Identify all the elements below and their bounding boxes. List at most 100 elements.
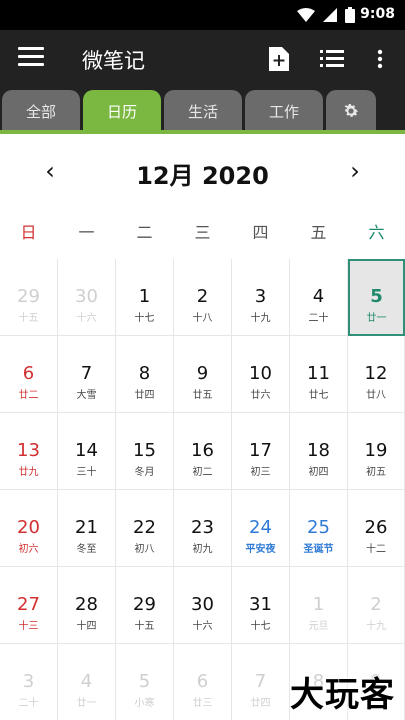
- calendar-day[interactable]: 2 十八: [174, 259, 232, 336]
- status-time: 9:08: [360, 6, 395, 22]
- menu-button[interactable]: [18, 47, 44, 71]
- day-number: 30: [191, 594, 214, 615]
- calendar-day[interactable]: 27 十三: [0, 567, 58, 644]
- tab-work[interactable]: 工作: [245, 90, 323, 132]
- calendar-day[interactable]: 13 廿九: [0, 413, 58, 490]
- calendar-day[interactable]: 3 十九: [232, 259, 290, 336]
- calendar-day[interactable]: 21 冬至: [58, 490, 116, 567]
- calendar-day[interactable]: 25 圣诞节: [290, 490, 348, 567]
- lunar-label: 廿八: [366, 390, 386, 401]
- lunar-label: 十二: [366, 544, 386, 555]
- calendar-day[interactable]: 26 十二: [348, 490, 405, 567]
- calendar-day-today[interactable]: 5 廿一: [348, 259, 405, 336]
- calendar-day[interactable]: 1 十七: [116, 259, 174, 336]
- calendar-day[interactable]: 29 十五: [0, 259, 58, 336]
- list-view-button[interactable]: [318, 45, 346, 73]
- day-number: 29: [133, 594, 156, 615]
- calendar-day[interactable]: 4 二十: [290, 259, 348, 336]
- calendar-day[interactable]: 9 廿五: [174, 336, 232, 413]
- day-number: 11: [307, 363, 330, 384]
- lunar-label: 小寒: [134, 698, 155, 709]
- calendar-day[interactable]: 4 廿一: [58, 644, 116, 720]
- weekday-mon: 一: [78, 223, 95, 242]
- lunar-label: 初六: [18, 544, 39, 555]
- calendar-day[interactable]: 12 廿八: [348, 336, 405, 413]
- status-bar: 9:08: [0, 0, 405, 30]
- weekday-fri: 五: [310, 223, 327, 242]
- calendar-day[interactable]: 23 初九: [174, 490, 232, 567]
- gear-icon: [344, 104, 359, 117]
- add-note-button[interactable]: [265, 45, 293, 73]
- calendar-day[interactable]: 31 十七: [232, 567, 290, 644]
- day-number: 30: [75, 286, 98, 307]
- lunar-label: 冬至: [76, 544, 97, 555]
- lunar-label: 初九: [192, 544, 213, 555]
- day-number: 6: [22, 363, 35, 384]
- calendar-day[interactable]: 14 三十: [58, 413, 116, 490]
- day-number: 29: [17, 286, 40, 307]
- day-number: 21: [75, 517, 98, 538]
- calendar-day[interactable]: 15 冬月: [116, 413, 174, 490]
- lunar-label: 十五: [18, 313, 39, 324]
- day-number: 17: [249, 440, 272, 461]
- lunar-label: 二十: [18, 698, 39, 709]
- day-number: 16: [191, 440, 214, 461]
- tab-calendar[interactable]: 日历: [83, 90, 161, 132]
- day-number: 7: [80, 363, 93, 384]
- calendar-day[interactable]: 10 廿六: [232, 336, 290, 413]
- calendar-day[interactable]: 6 廿二: [0, 336, 58, 413]
- lunar-label: 十四: [76, 621, 97, 632]
- app-title: 微笔记: [82, 49, 145, 73]
- calendar-day[interactable]: 3 二十: [0, 644, 58, 720]
- calendar-day[interactable]: 29 十五: [116, 567, 174, 644]
- calendar-day[interactable]: 20 初六: [0, 490, 58, 567]
- day-number: 8: [138, 363, 151, 384]
- day-number: 22: [133, 517, 156, 538]
- calendar-day[interactable]: 16 初二: [174, 413, 232, 490]
- day-number: 1: [138, 286, 151, 307]
- month-header: ‹ 12月 2020 ›: [0, 134, 405, 210]
- weekday-wed: 三: [194, 223, 211, 242]
- calendar-day[interactable]: 24 平安夜: [232, 490, 290, 567]
- calendar-day[interactable]: 7 廿四: [232, 644, 290, 720]
- lunar-label: 廿一: [366, 313, 387, 324]
- calendar-day[interactable]: 17 初三: [232, 413, 290, 490]
- calendar-day[interactable]: 19 初五: [348, 413, 405, 490]
- calendar-day[interactable]: 30 十六: [58, 259, 116, 336]
- tab-life[interactable]: 生活: [164, 90, 242, 132]
- lunar-label: 十八: [192, 313, 213, 324]
- calendar-day[interactable]: 2 十九: [348, 567, 405, 644]
- next-month-button[interactable]: ›: [340, 156, 370, 186]
- watermark-logo: 大玩客: [290, 675, 395, 715]
- calendar-day[interactable]: 22 初八: [116, 490, 174, 567]
- more-button[interactable]: [366, 45, 394, 73]
- lunar-label: 廿一: [76, 698, 97, 709]
- lunar-label: 冬月: [134, 467, 155, 478]
- battery-icon: [345, 7, 355, 23]
- calendar-day[interactable]: 30 十六: [174, 567, 232, 644]
- calendar-day[interactable]: 18 初四: [290, 413, 348, 490]
- lunar-label: 初五: [366, 467, 386, 478]
- calendar-day[interactable]: 28 十四: [58, 567, 116, 644]
- list-icon: [320, 50, 344, 67]
- calendar-day[interactable]: 8 廿四: [116, 336, 174, 413]
- calendar-day[interactable]: 5 小寒: [116, 644, 174, 720]
- lunar-label: 初二: [192, 467, 213, 478]
- calendar-day[interactable]: 7 大雪: [58, 336, 116, 413]
- day-number: 31: [249, 594, 272, 615]
- more-vert-icon: [377, 49, 383, 69]
- lunar-label: 廿九: [18, 467, 39, 478]
- day-number: 15: [133, 440, 156, 461]
- day-number: 23: [191, 517, 214, 538]
- tab-all[interactable]: 全部: [2, 90, 80, 132]
- lunar-label: 廿七: [308, 390, 329, 401]
- calendar-day[interactable]: 6 廿三: [174, 644, 232, 720]
- calendar-day[interactable]: 1 元旦: [290, 567, 348, 644]
- calendar-day[interactable]: 11 廿七: [290, 336, 348, 413]
- lunar-label: 平安夜: [245, 544, 276, 555]
- app-bar: 微笔记: [0, 30, 405, 88]
- day-number: 4: [312, 286, 325, 307]
- weekday-tue: 二: [136, 223, 153, 242]
- tab-settings[interactable]: [326, 90, 376, 132]
- day-number: 7: [254, 671, 267, 692]
